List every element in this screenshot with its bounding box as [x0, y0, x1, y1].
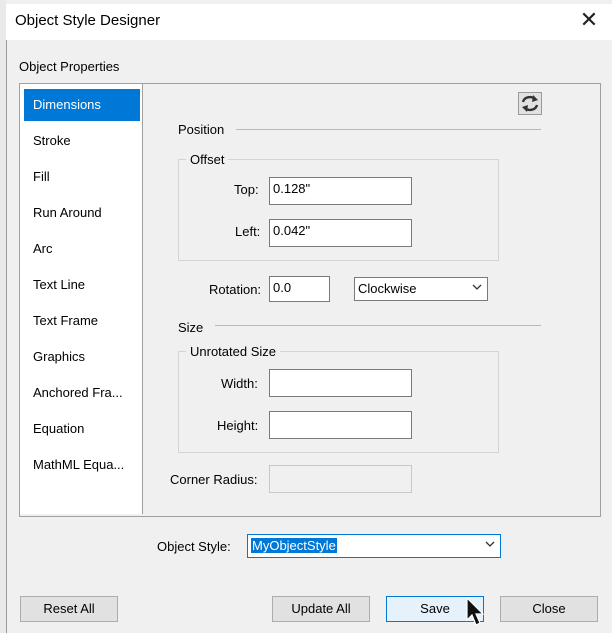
sidebar-item-equation[interactable]: Equation [24, 413, 140, 445]
direction-select[interactable]: Clockwise [354, 277, 488, 301]
object-style-select[interactable]: MyObjectStyle [247, 534, 501, 558]
object-properties-label: Object Properties [19, 59, 120, 74]
width-label: Width: [221, 376, 258, 391]
reset-all-button[interactable]: Reset All [20, 596, 118, 622]
sidebar-item-stroke[interactable]: Stroke [24, 125, 140, 157]
window-title: Object Style Designer [15, 12, 161, 29]
refresh-button[interactable] [518, 92, 542, 115]
height-input[interactable] [269, 411, 412, 439]
direction-value: Clockwise [358, 281, 417, 296]
size-heading: Size [178, 320, 204, 335]
unrotated-size-heading: Unrotated Size [186, 344, 280, 359]
top-input[interactable]: 0.128" [269, 177, 412, 205]
chevron-down-icon [485, 541, 495, 547]
position-divider [236, 129, 541, 130]
chevron-down-icon [472, 284, 482, 290]
sidebar-item-text-frame[interactable]: Text Frame [24, 305, 140, 337]
sidebar-item-run-around[interactable]: Run Around [24, 197, 140, 229]
rotation-label: Rotation: [209, 282, 262, 297]
mouse-pointer-icon [466, 597, 485, 626]
sidebar-item-dimensions[interactable]: Dimensions [24, 89, 140, 121]
object-style-value: MyObjectStyle [251, 538, 337, 553]
size-divider [215, 325, 541, 326]
offset-heading: Offset [186, 152, 229, 167]
width-input[interactable] [269, 369, 412, 397]
category-list: Dimensions Stroke Fill Run Around Arc Te… [20, 84, 143, 514]
sidebar-item-fill[interactable]: Fill [24, 161, 140, 193]
window-close-button[interactable]: ✕ [574, 8, 604, 34]
height-label: Height: [217, 418, 259, 433]
left-label: Left: [235, 224, 261, 239]
sidebar-item-text-line[interactable]: Text Line [24, 269, 140, 301]
sidebar-item-mathml-equation[interactable]: MathML Equa... [24, 449, 140, 481]
object-style-label: Object Style: [157, 539, 231, 554]
sidebar-item-graphics[interactable]: Graphics [24, 341, 140, 373]
corner-radius-label: Corner Radius: [170, 472, 258, 487]
sidebar-item-arc[interactable]: Arc [24, 233, 140, 265]
close-button[interactable]: Close [500, 596, 598, 622]
rotation-input[interactable]: 0.0 [269, 276, 330, 302]
corner-radius-input [269, 465, 412, 493]
refresh-icon [521, 95, 539, 112]
position-heading: Position [178, 122, 225, 137]
top-label: Top: [234, 182, 259, 197]
update-all-button[interactable]: Update All [272, 596, 370, 622]
left-input[interactable]: 0.042" [269, 219, 412, 247]
sidebar-item-anchored-frame[interactable]: Anchored Fra... [24, 377, 140, 409]
